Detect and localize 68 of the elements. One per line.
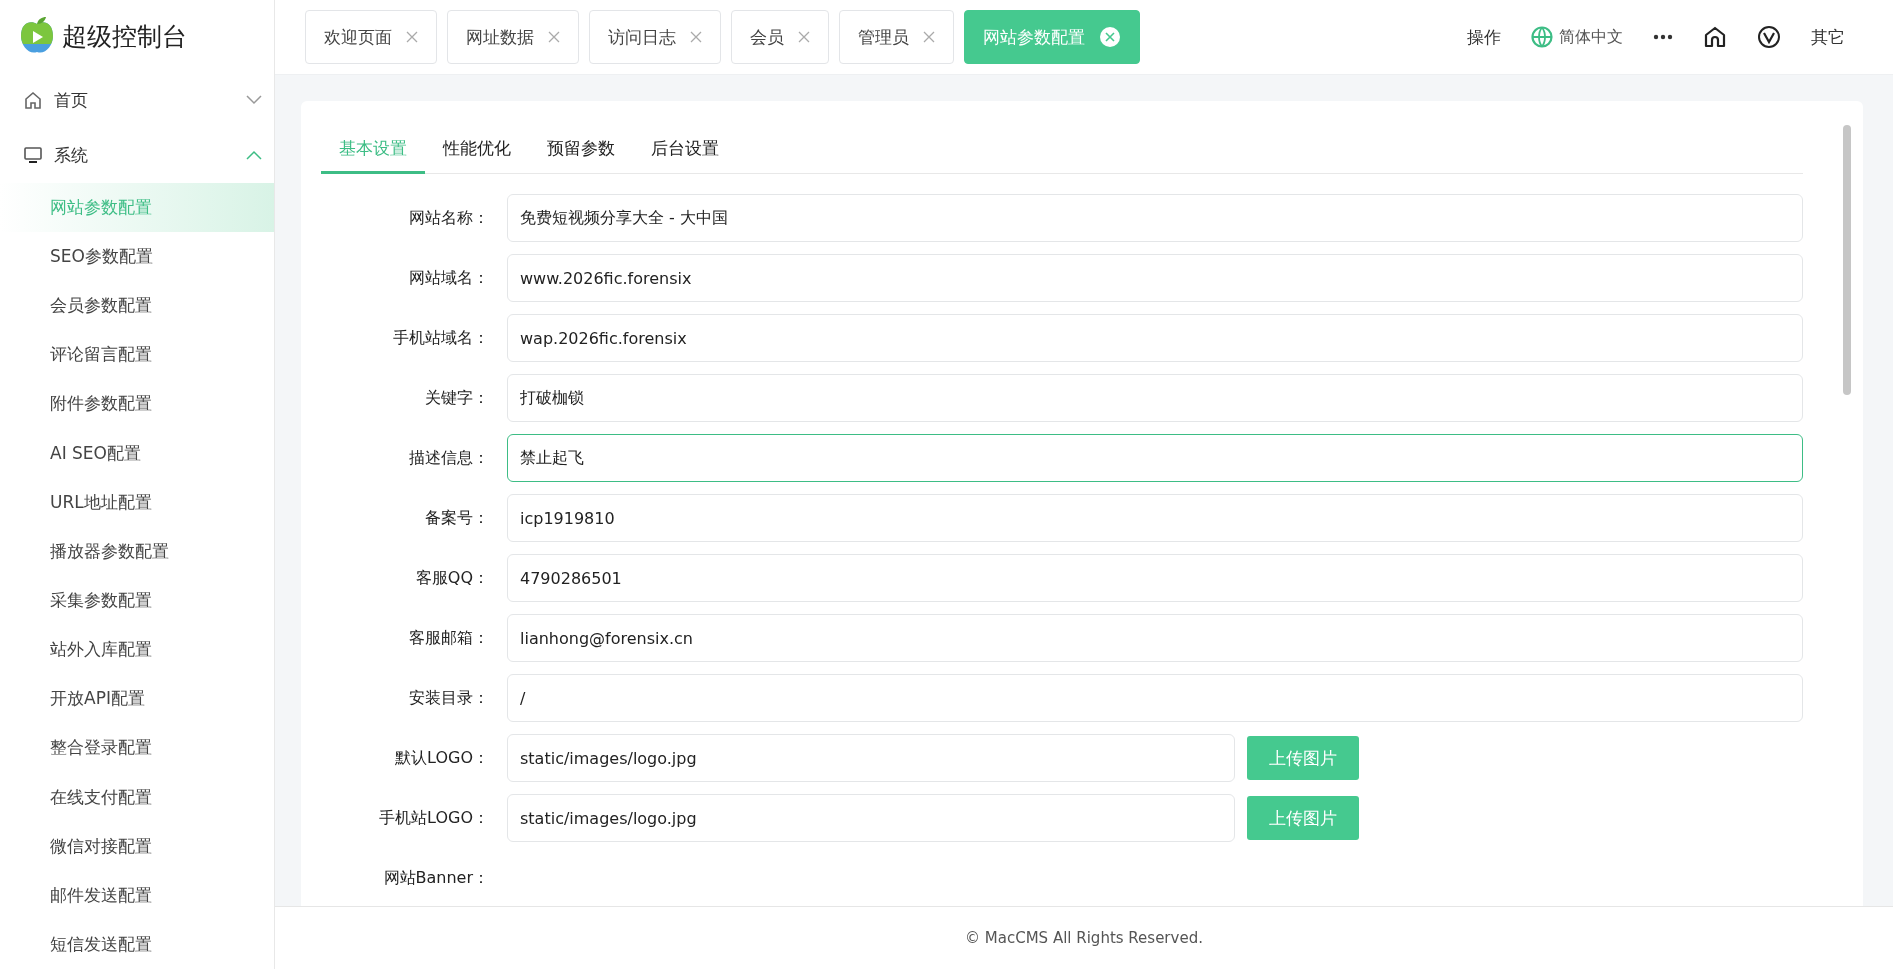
field-label: 网站域名： [408,267,489,289]
sidebar-item[interactable]: 邮件发送配置 [0,870,274,920]
field-label: 关键字： [424,387,489,409]
close-icon[interactable] [406,31,418,43]
sidebar-item[interactable]: 在线支付配置 [0,772,274,822]
sidebar-item[interactable]: AI SEO配置 [0,428,274,478]
page-tab[interactable]: 欢迎页面 [305,10,437,64]
close-icon[interactable] [798,31,810,43]
text-field[interactable]: static/images/logo.jpg [507,734,1235,782]
sidebar-item[interactable]: 采集参数配置 [0,575,274,626]
sidebar-item[interactable]: 播放器参数配置 [0,526,274,576]
field-label: 客服邮箱： [408,627,489,649]
field-label: 默认LOGO： [394,747,489,769]
text-field[interactable]: 打破枷锁 [507,374,1803,422]
home-icon[interactable] [1703,25,1727,49]
sidebar-item[interactable]: URL地址配置 [0,477,274,527]
close-icon[interactable] [923,31,935,43]
sidebar-item[interactable]: 站外入库配置 [0,625,274,675]
field-label: 安装目录： [408,687,489,709]
copyright-text: © MacCMS All Rights Reserved. [965,929,1203,947]
sidebar-item[interactable]: 附件参数配置 [0,379,274,429]
sidebar-group[interactable]: 首页 [0,72,274,128]
field-label: 描述信息： [408,447,489,469]
page-tab[interactable]: 会员 [731,10,829,64]
field-label: 网站名称： [408,207,489,229]
more-menu[interactable]: 其它 [1811,25,1845,49]
close-icon[interactable] [1099,26,1121,48]
sidebar-group[interactable]: 系统 [0,127,274,183]
sidebar-item[interactable]: 会员参数配置 [0,281,274,331]
field-label: 手机站LOGO： [378,807,489,829]
text-field[interactable]: lianhong@forensix.cn [507,614,1803,662]
chevron-icon [246,95,262,106]
field-label: 备案号： [424,507,489,529]
text-field[interactable]: 禁止起飞 [507,434,1803,482]
field-label: 手机站域名： [392,327,489,349]
language-selector[interactable]: 简体中文 [1531,26,1623,48]
text-field[interactable]: www.2026fic.forensix [507,254,1803,302]
operate-menu[interactable]: 操作 [1467,25,1501,49]
text-field[interactable]: static/images/logo.jpg [507,794,1235,842]
settings-tab[interactable]: 预留参数 [529,125,633,174]
text-field[interactable]: 4790286501 [507,554,1803,602]
chevron-icon [246,150,262,161]
monitor-icon [24,146,42,165]
sidebar-item[interactable]: SEO参数配置 [0,231,274,282]
page-tab[interactable]: 管理员 [839,10,954,64]
close-icon[interactable] [690,31,702,43]
settings-tab[interactable]: 后台设置 [633,125,737,174]
field-label: 客服QQ： [414,567,489,589]
sidebar-item[interactable]: 开放API配置 [0,674,274,724]
sidebar-item[interactable]: 整合登录配置 [0,723,274,773]
page-tab[interactable]: 网址数据 [447,10,579,64]
v-circle-icon[interactable] [1757,25,1781,49]
globe-icon [1531,26,1553,48]
more-icon[interactable] [1653,34,1673,40]
text-field[interactable]: / [507,674,1803,722]
settings-tab[interactable]: 性能优化 [425,125,529,174]
text-field[interactable]: wap.2026fic.forensix [507,314,1803,362]
page-tab[interactable]: 访问日志 [589,10,721,64]
sidebar-item[interactable]: 短信发送配置 [0,919,274,969]
app-title: 超级控制台 [62,20,187,53]
field-label: 网站Banner： [382,867,489,889]
sidebar-item[interactable]: 微信对接配置 [0,821,274,871]
text-field[interactable]: 免费短视频分享大全 - 大中国 [507,194,1803,242]
sidebar-item[interactable]: 评论留言配置 [0,330,274,380]
home-icon [24,91,42,110]
close-icon[interactable] [548,31,560,43]
text-field[interactable]: icp1919810 [507,494,1803,542]
scrollbar[interactable] [1843,125,1851,395]
